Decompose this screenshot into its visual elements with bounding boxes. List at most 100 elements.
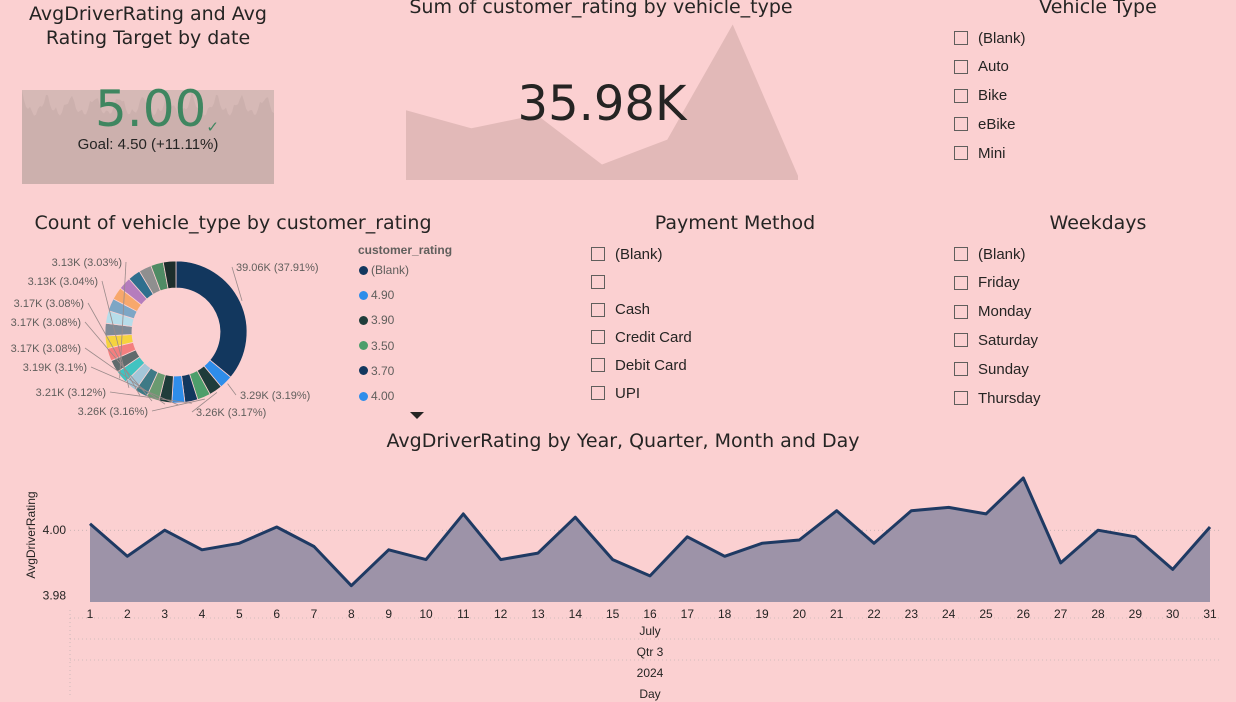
payment-slicer-item[interactable]: [591, 271, 615, 293]
checkbox[interactable]: [954, 391, 968, 405]
payment-slicer-item[interactable]: Cash: [591, 299, 650, 321]
donut-data-label: 3.13K (3.03%): [52, 257, 122, 269]
weekday-slicer-item[interactable]: Saturday: [954, 329, 1038, 351]
checkbox[interactable]: [591, 247, 605, 261]
donut-data-label: 39.06K (37.91%): [236, 262, 319, 274]
legend-item[interactable]: 3.90: [359, 313, 394, 327]
x-tick-label: 1: [87, 607, 94, 621]
kpi-title-line2: Rating Target by date: [45, 27, 251, 49]
vehicle-slicer-item[interactable]: Auto: [954, 56, 1009, 78]
area-card-title: Sum of customer_rating by vehicle_type: [409, 0, 793, 18]
x-tick-label: 31: [1203, 607, 1217, 621]
x-tick-label: 20: [793, 607, 807, 621]
x-tick-label: 4: [199, 607, 206, 621]
checkbox[interactable]: [591, 386, 605, 400]
donut-data-label: 3.17K (3.08%): [14, 298, 84, 310]
line-chart: 3.984.001 2 3 4 5 6 7 8 9 10 11 12 13 14 15 16 17 18 19 20 2…: [24, 476, 1220, 701]
checkbox[interactable]: [591, 358, 605, 373]
donut-chart: 39.06K (37.91%) 3.29K (3.19%) 3.26K (3.17%…: [11, 257, 319, 419]
checkbox[interactable]: [954, 247, 968, 261]
y-tick-label: 3.98: [43, 588, 67, 602]
x-tick-label: 11: [457, 607, 470, 621]
weekday-slicer-item[interactable]: Sunday: [954, 358, 1029, 380]
donut-title: Count of vehicle_type by customer_rating: [34, 212, 432, 234]
x-tick-label: 15: [606, 607, 620, 621]
vehicle-slicer-item-label: eBike: [978, 115, 1016, 133]
vehicle-slicer-item[interactable]: (Blank): [954, 27, 1026, 49]
weekday-slicer-item-label: Saturday: [978, 331, 1039, 349]
kpi-value-text: 5.00: [95, 80, 207, 138]
checkbox[interactable]: [954, 304, 968, 319]
x-tick-label: 8: [348, 607, 355, 621]
chevron-down-icon[interactable]: [410, 412, 424, 419]
payment-slicer-item-label: (Blank): [615, 245, 663, 263]
payment-slicer-item[interactable]: UPI: [591, 382, 640, 404]
kpi-value: 5.00✓: [95, 80, 219, 138]
donut-data-label: 3.29K (3.19%): [240, 390, 310, 402]
weekday-slicer-item-label: (Blank): [978, 245, 1026, 263]
x-tick-label: 19: [755, 607, 769, 621]
x-tick-label: 30: [1166, 607, 1180, 621]
vehicle-slicer-item[interactable]: eBike: [954, 113, 1016, 135]
legend-label: (Blank): [371, 263, 410, 277]
x-tick-label: 7: [311, 607, 318, 621]
donut-data-label: 3.21K (3.12%): [36, 387, 106, 399]
x-tick-label: 27: [1054, 607, 1068, 621]
donut-data-label: 3.26K (3.17%): [196, 407, 266, 419]
weekday-slicer-item-label: Monday: [978, 303, 1032, 321]
donut-legend-title: customer_rating: [358, 243, 453, 257]
vehicle-slicer-item-label: Auto: [978, 58, 1009, 76]
payment-slicer-item[interactable]: Credit Card: [591, 326, 692, 348]
checkbox[interactable]: [954, 333, 968, 348]
vehicle-slicer-item[interactable]: Bike: [954, 85, 1007, 107]
x-tick-label: 12: [494, 607, 508, 621]
checkbox[interactable]: [954, 31, 968, 45]
legend-item[interactable]: (Blank): [359, 263, 409, 277]
weekday-slicer-item[interactable]: Monday: [954, 301, 1031, 323]
x-tick-label: 3: [161, 607, 168, 621]
weekday-slicer-item[interactable]: (Blank): [954, 243, 1026, 265]
checkbox[interactable]: [954, 117, 968, 132]
x-tick-label: 24: [942, 607, 956, 621]
area-card-value: 35.98K: [517, 76, 687, 132]
checkbox[interactable]: [954, 275, 968, 290]
legend-marker: [359, 341, 368, 351]
x-tick-label: 21: [830, 607, 844, 621]
x-tick-label: 10: [419, 607, 433, 621]
payment-slicer-item-label: Debit Card: [615, 356, 687, 374]
checkbox[interactable]: [591, 274, 605, 289]
donut-data-label: 3.17K (3.08%): [11, 317, 81, 329]
vehicle-slicer-item[interactable]: Mini: [954, 142, 1006, 164]
checkbox[interactable]: [954, 362, 968, 377]
payment-slicer-item[interactable]: Debit Card: [591, 354, 687, 376]
payment-slicer-item[interactable]: (Blank): [591, 243, 663, 265]
checkbox[interactable]: [591, 302, 605, 317]
y-axis-title: AvgDriverRating: [24, 491, 38, 578]
checkbox[interactable]: [954, 88, 968, 103]
x-tick-label: 18: [718, 607, 732, 621]
legend-item[interactable]: 3.70: [359, 364, 394, 378]
legend-item[interactable]: 3.50: [359, 339, 394, 353]
legend-item[interactable]: 4.90: [359, 288, 394, 302]
legend-label: 4.00: [371, 389, 395, 403]
kpi-title: AvgDriverRating and Avg Rating Target by…: [10, 2, 286, 50]
x-axis-title: Day: [639, 687, 660, 701]
x-tick-label: 2: [124, 607, 131, 621]
weekday-slicer-item[interactable]: Friday: [954, 272, 1020, 294]
checkbox[interactable]: [954, 146, 968, 161]
x-tick-label: 23: [905, 607, 919, 621]
weekday-slicer-item[interactable]: Thursday: [954, 387, 1041, 409]
donut-slice[interactable]: [175, 260, 248, 378]
x-tick-label: 5: [236, 607, 243, 621]
check-icon: ✓: [206, 118, 219, 136]
checkbox[interactable]: [591, 330, 605, 345]
donut-data-label: 3.13K (3.04%): [28, 276, 98, 288]
legend-label: 3.90: [371, 313, 395, 328]
checkbox[interactable]: [954, 59, 968, 74]
line-chart-title: AvgDriverRating by Year, Quarter, Month …: [386, 430, 860, 452]
legend-marker: [359, 315, 368, 325]
x-tick-label: 28: [1091, 607, 1105, 621]
vehicle-slicer-item-label: (Blank): [978, 29, 1026, 47]
donut-leader-line: [227, 383, 237, 396]
legend-item[interactable]: 4.00: [359, 389, 394, 403]
